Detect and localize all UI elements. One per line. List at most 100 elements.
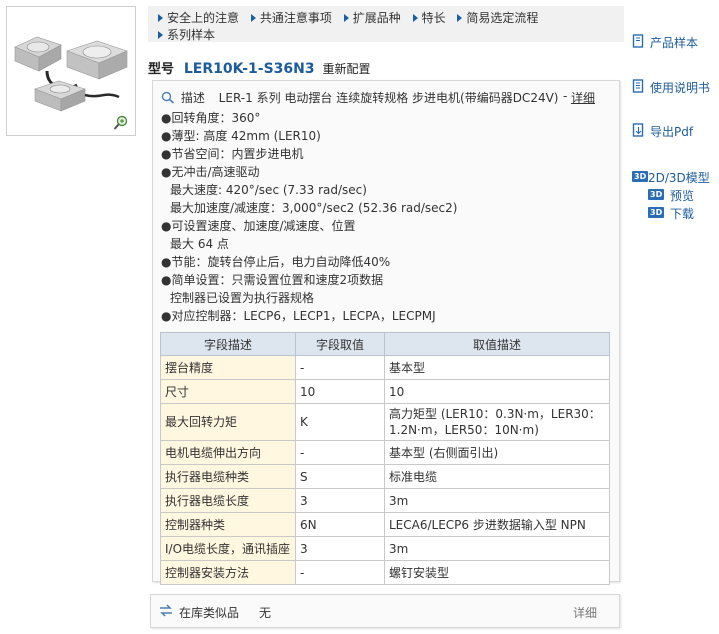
nav-link-features[interactable]: 特长 <box>412 9 446 26</box>
nav-link-label: 安全上的注意 <box>167 11 240 25</box>
nav-link-label: 系列样本 <box>167 28 216 42</box>
description-separator: - <box>563 89 568 103</box>
sidebar-label: 导出Pdf <box>650 125 694 139</box>
description-card: 描述 LER-1 系列 电动摆台 连续旋转规格 步进电机(带编码器DC24V) … <box>152 80 620 585</box>
series-nav: 安全上的注意 共通注意事项 扩展品种 特长 简易选定流程 系列样本 <box>148 6 624 42</box>
feature-line: ●薄型: 高度 42mm (LER10) <box>161 129 321 143</box>
feature-line: ●对应控制器：LECP6，LECP1，LECPA，LECPMJ <box>161 309 436 323</box>
nav-link-selection-flow[interactable]: 简易选定流程 <box>457 9 538 26</box>
feature-line: 最大 64 点 <box>170 237 229 251</box>
nav-link-common-notes[interactable]: 共通注意事项 <box>250 9 332 26</box>
field-value-cell: 10 <box>295 379 385 404</box>
arrow-right-icon <box>158 31 163 39</box>
book-icon <box>632 34 644 48</box>
arrow-right-icon <box>250 14 256 22</box>
nav-link-series-catalog[interactable]: 系列样本 <box>158 26 215 43</box>
nav-link-variations[interactable]: 扩展品种 <box>343 9 401 26</box>
field-name-cell: 摆台精度 <box>160 355 296 380</box>
value-description-cell: 10 <box>384 379 610 404</box>
sidebar-label: 2D/3D模型 <box>648 171 710 185</box>
feature-line: 控制器已设置为执行器规格 <box>170 291 315 305</box>
value-description-cell: 标准电缆 <box>384 464 610 489</box>
pdf-icon <box>632 123 644 137</box>
table-row: 尺寸 10 10 <box>160 379 610 404</box>
model-code: LER10K-1-S36N3 <box>183 61 315 77</box>
field-name-cell: 控制器种类 <box>160 512 296 537</box>
field-value-cell: 3 <box>295 536 385 561</box>
model-heading: 型号 LER10K-1-S36N3 重新配置 <box>148 58 370 77</box>
nav-link-label: 简易选定流程 <box>466 11 539 25</box>
field-name-cell: 电机电缆伸出方向 <box>160 440 296 465</box>
preview-3d-icon: 3D <box>648 189 665 200</box>
table-row: 最大回转力矩 K 高力矩型 (LER10：0.3N·m，LER30：1.2N·m… <box>160 403 610 441</box>
field-value-cell: - <box>295 560 385 585</box>
sidebar-label: 下载 <box>670 207 695 221</box>
series-nav-row-1: 安全上的注意 共通注意事项 扩展品种 特长 简易选定流程 <box>158 9 546 26</box>
zoom-icon[interactable] <box>113 115 129 131</box>
table-row: 执行器电缆长度 3 3m <box>160 488 610 513</box>
feature-line: 最大加速度/减速度：3,000°/sec2 (52.36 rad/sec2) <box>170 201 458 215</box>
spec-table: 字段描述 字段取值 取值描述 摆台精度 - 基本型 尺寸 10 10 最大回转力… <box>160 332 610 585</box>
nav-link-label: 扩展品种 <box>352 11 401 25</box>
table-row: 控制器安装方法 - 螺钉安装型 <box>160 560 610 585</box>
column-header: 字段取值 <box>295 332 385 356</box>
model-label: 型号 <box>148 62 175 77</box>
table-row: 控制器种类 6N LECA6/LECP6 步进数据输入型 NPN <box>160 512 610 537</box>
field-name-cell: 执行器电缆长度 <box>160 488 296 513</box>
series-nav-row-2: 系列样本 <box>158 26 223 43</box>
stock-label: 在库类似品 <box>179 606 240 620</box>
exchange-icon <box>160 604 172 617</box>
description-detail-link[interactable]: 详细 <box>571 89 595 106</box>
stock-similar-panel: 在库类似品 无 详细 <box>150 594 620 628</box>
nav-link-safety[interactable]: 安全上的注意 <box>158 9 239 26</box>
table-row: I/O电缆长度，通讯插座 3 3m <box>160 536 610 561</box>
field-value-cell: 6N <box>295 512 385 537</box>
field-name-cell: 执行器电缆种类 <box>160 464 296 489</box>
value-description-cell: 高力矩型 (LER10：0.3N·m，LER30：1.2N·m，LER50：10… <box>384 403 610 441</box>
value-description-cell: 基本型 <box>384 355 610 380</box>
field-value-cell: - <box>295 355 385 380</box>
feature-line: ●简单设置：只需设置位置和速度2项数据 <box>161 273 384 287</box>
nav-link-label: 特长 <box>421 11 446 25</box>
value-description-cell: LECA6/LECP6 步进数据输入型 NPN <box>384 512 610 537</box>
feature-line: ●无冲击/高速驱动 <box>161 165 260 179</box>
feature-line: ●回转角度：360° <box>161 111 261 125</box>
field-value-cell: 3 <box>295 488 385 513</box>
arrow-right-icon <box>343 14 349 22</box>
download-3d-icon: 3D <box>648 207 665 218</box>
field-name-cell: 控制器安装方法 <box>160 560 296 585</box>
feature-line: ●可设置速度、加速度/减速度、位置 <box>161 219 356 233</box>
table-row: 执行器电缆种类 S 标准电缆 <box>160 464 610 489</box>
field-name-cell: I/O电缆长度，通讯插座 <box>160 536 296 561</box>
description-header: 描述 LER-1 系列 电动摆台 连续旋转规格 步进电机(带编码器DC24V) … <box>161 89 595 106</box>
field-value-cell: K <box>295 403 385 441</box>
search-icon <box>161 91 175 104</box>
product-thumbnail[interactable] <box>6 6 136 136</box>
model-3d-icon: 3D <box>632 171 649 182</box>
reconfigure-link[interactable]: 重新配置 <box>322 62 370 76</box>
value-description-cell: 基本型 (右侧面引出) <box>384 440 610 465</box>
sidebar-label: 产品样本 <box>650 36 699 50</box>
field-name-cell: 尺寸 <box>160 379 296 404</box>
stock-value: 无 <box>259 606 272 620</box>
nav-link-label: 共通注意事项 <box>259 11 332 25</box>
arrow-right-icon <box>158 14 163 22</box>
field-value-cell: S <box>295 464 385 489</box>
arrow-right-icon <box>412 14 418 22</box>
table-row: 摆台精度 - 基本型 <box>160 355 610 380</box>
arrow-right-icon <box>457 14 463 22</box>
value-description-cell: 3m <box>384 488 610 513</box>
sidebar-label: 预览 <box>670 189 695 203</box>
stock-detail-link[interactable]: 详细 <box>573 604 597 621</box>
spec-table-header: 字段描述 字段取值 取值描述 <box>160 332 610 356</box>
feature-line: 最大速度: 420°/sec (7.33 rad/sec) <box>170 183 367 197</box>
field-name-cell: 最大回转力矩 <box>160 403 296 441</box>
table-row: 电机电缆伸出方向 - 基本型 (右侧面引出) <box>160 440 610 465</box>
description-label: 描述 <box>180 91 205 105</box>
description-text: LER-1 系列 电动摆台 连续旋转规格 步进电机(带编码器DC24V) <box>218 91 559 105</box>
column-header: 取值描述 <box>384 332 610 356</box>
column-header: 字段描述 <box>160 332 296 356</box>
feature-line: ●节能：旋转台停止后，电力自动降低40% <box>161 255 391 269</box>
manual-icon <box>632 79 644 93</box>
sidebar-label: 使用说明书 <box>650 81 711 95</box>
